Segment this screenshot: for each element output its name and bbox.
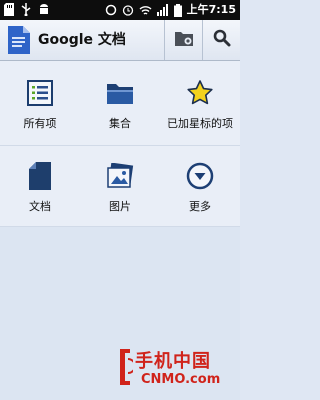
- grid-item-label: 所有项: [23, 117, 57, 130]
- signal-icon: [156, 4, 169, 16]
- grid-item-more[interactable]: 更多: [160, 146, 240, 226]
- sync-icon: [105, 4, 117, 16]
- home-grid-row-2: 文档 图片 更多: [0, 146, 240, 227]
- status-time: 上午7:15: [186, 3, 236, 16]
- docs-icon: [8, 26, 30, 54]
- battery-icon: [173, 3, 182, 17]
- wifi-icon: [139, 5, 152, 16]
- watermark-en-text: CNMO.com: [141, 372, 221, 387]
- search-icon: [213, 29, 231, 51]
- watermark: 手机中国 CNMO.com: [117, 345, 229, 395]
- star-icon: [184, 77, 216, 109]
- alarm-icon: [122, 4, 134, 16]
- document-icon: [24, 160, 56, 192]
- grid-item-collections[interactable]: 集合: [80, 61, 160, 145]
- home-grid-row-1: 所有项 集合 已加星标的项: [0, 61, 240, 146]
- grid-item-documents[interactable]: 文档: [0, 146, 80, 226]
- watermark-cn-text: 手机中国: [135, 351, 211, 372]
- status-right-icons: 上午7:15: [105, 3, 236, 17]
- status-bar: 上午7:15: [0, 0, 240, 20]
- more-icon: [184, 160, 216, 192]
- android-debug-icon: [38, 3, 50, 16]
- status-left-icons: [4, 3, 50, 16]
- grid-item-all-items[interactable]: 所有项: [0, 61, 80, 145]
- action-bar: Google 文档: [0, 20, 240, 61]
- grid-item-label: 文档: [29, 200, 51, 213]
- folder-icon: [104, 77, 136, 109]
- sd-card-icon: [4, 3, 14, 16]
- grid-item-pictures[interactable]: 图片: [80, 146, 160, 226]
- grid-item-label: 集合: [109, 117, 131, 130]
- grid-item-starred[interactable]: 已加星标的项: [160, 61, 240, 145]
- folder-icon: [174, 29, 194, 51]
- usb-icon: [20, 3, 32, 16]
- search-button[interactable]: [202, 20, 241, 60]
- list-icon: [24, 77, 56, 109]
- picture-icon: [104, 160, 136, 192]
- cnmo-logo-icon: [117, 347, 136, 391]
- app-title: Google 文档: [38, 32, 126, 48]
- grid-item-label: 图片: [109, 200, 131, 213]
- folder-button[interactable]: [164, 20, 203, 60]
- grid-item-label: 已加星标的项: [167, 117, 233, 130]
- grid-item-label: 更多: [189, 200, 211, 213]
